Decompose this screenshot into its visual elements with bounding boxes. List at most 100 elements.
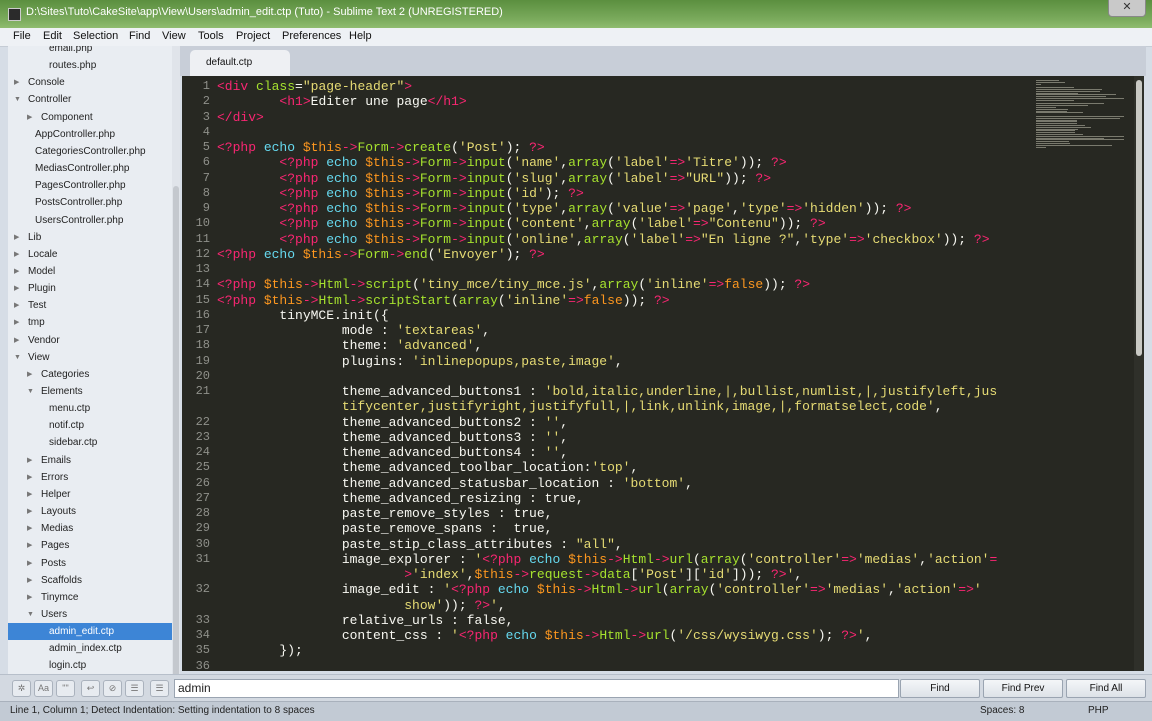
editor-scroll-thumb[interactable] — [1136, 80, 1142, 356]
sidebar-item-appcontroller-php[interactable]: AppController.php — [8, 126, 172, 143]
sidebar-item-users[interactable]: ▼ Users — [8, 606, 172, 623]
chevron-right-icon[interactable]: ▶ — [14, 74, 19, 91]
chevron-right-icon[interactable]: ▶ — [27, 109, 32, 126]
code-line[interactable]: image_edit : '<?php echo $this->Html->ur… — [217, 582, 982, 597]
chevron-right-icon[interactable]: ▶ — [14, 246, 19, 263]
sidebar-item-tmp[interactable]: ▶ tmp — [8, 314, 172, 331]
sidebar-item-pagescontroller-php[interactable]: PagesController.php — [8, 177, 172, 194]
chevron-right-icon[interactable]: ▶ — [27, 366, 32, 383]
chevron-right-icon[interactable]: ▶ — [27, 520, 32, 537]
code-editor[interactable]: 1 <div class="page-header"> 2 <h1>Editer u… — [182, 76, 1134, 671]
chevron-right-icon[interactable]: ▶ — [14, 297, 19, 314]
sidebar-item-admin-edit-ctp[interactable]: admin_edit.ctp — [8, 623, 172, 641]
chevron-right-icon[interactable]: ▶ — [14, 263, 19, 280]
code-line[interactable]: theme_advanced_resizing : true, — [217, 491, 584, 506]
code-line[interactable]: <?php echo $this->Form->input('slug',arr… — [217, 171, 771, 186]
sidebar-item-test[interactable]: ▶ Test — [8, 297, 172, 314]
menu-view[interactable]: View — [162, 30, 186, 42]
chevron-right-icon[interactable]: ▶ — [14, 229, 19, 246]
sidebar-item-postscontroller-php[interactable]: PostsController.php — [8, 194, 172, 211]
chevron-right-icon[interactable]: ▶ — [27, 589, 32, 606]
sidebar-item-scaffolds[interactable]: ▶ Scaffolds — [8, 572, 172, 589]
code-line[interactable]: <?php echo $this->Form->input('name',arr… — [217, 155, 786, 170]
tab-default-ctp[interactable]: default.ctp — [190, 50, 290, 76]
highlight-toggle-icon[interactable]: ☰ — [125, 680, 144, 697]
code-line[interactable]: }); — [217, 643, 302, 658]
code-line[interactable]: theme_advanced_statusbar_location : 'bot… — [217, 476, 693, 491]
sidebar-item-helper[interactable]: ▶ Helper — [8, 486, 172, 503]
find-prev-button[interactable]: Find Prev — [983, 679, 1063, 698]
code-line[interactable]: mode : 'textareas', — [217, 323, 490, 338]
sidebar-item-sidebar-ctp[interactable]: sidebar.ctp — [8, 434, 172, 451]
find-button[interactable]: Find — [900, 679, 980, 698]
in-selection-toggle-icon[interactable]: ⊘ — [103, 680, 122, 697]
sidebar-item-mediascontroller-php[interactable]: MediasController.php — [8, 160, 172, 177]
chevron-right-icon[interactable]: ▶ — [27, 452, 32, 469]
chevron-down-icon[interactable]: ▼ — [14, 91, 21, 108]
code-line[interactable]: theme_advanced_buttons4 : '', — [217, 445, 568, 460]
code-line[interactable]: >'index',$this->request->data['Post']['i… — [217, 567, 802, 582]
code-line[interactable]: tinyMCE.init({ — [217, 308, 388, 323]
code-line[interactable]: content_css : '<?php echo $this->Html->u… — [217, 628, 873, 643]
code-line[interactable]: <?php echo $this->Form->end('Envoyer'); … — [217, 247, 545, 262]
code-line[interactable]: theme_advanced_buttons1 : 'bold,italic,u… — [217, 384, 997, 399]
sidebar-item-model[interactable]: ▶ Model — [8, 263, 172, 280]
code-line[interactable]: <div class="page-header"> — [217, 79, 412, 94]
find-menu-icon[interactable]: ☰ — [150, 680, 169, 697]
menu-preferences[interactable]: Preferences — [282, 30, 341, 42]
minimap[interactable] — [1034, 80, 1130, 150]
sidebar-item-routes-php[interactable]: routes.php — [8, 57, 172, 74]
sidebar-item-email-php[interactable]: email.php — [8, 46, 172, 57]
sidebar-item-vendor[interactable]: ▶ Vendor — [8, 332, 172, 349]
sidebar-item-userscontroller-php[interactable]: UsersController.php — [8, 212, 172, 229]
code-line[interactable]: plugins: 'inlinepopups,paste,image', — [217, 354, 623, 369]
code-line[interactable]: <?php echo $this->Form->input('type',arr… — [217, 201, 911, 216]
code-line[interactable]: </div> — [217, 110, 264, 125]
code-line[interactable]: <?php $this->Html->scriptStart(array('in… — [217, 293, 670, 308]
code-line[interactable]: <?php echo $this->Form->input('id'); ?> — [217, 186, 583, 201]
sidebar-item-admin-index-ctp[interactable]: admin_index.ctp — [8, 640, 172, 657]
sidebar-item-tinymce[interactable]: ▶ Tinymce — [8, 589, 172, 606]
menu-file[interactable]: File — [13, 30, 31, 42]
sidebar-item-elements[interactable]: ▼ Elements — [8, 383, 172, 400]
menu-help[interactable]: Help — [349, 30, 372, 42]
sidebar-item-plugin[interactable]: ▶ Plugin — [8, 280, 172, 297]
code-line[interactable]: <?php echo $this->Form->input('content',… — [217, 216, 825, 231]
sidebar-item-categoriescontroller-php[interactable]: CategoriesController.php — [8, 143, 172, 160]
find-input[interactable]: admin — [174, 679, 899, 698]
sidebar-item-login-ctp[interactable]: login.ctp — [8, 657, 172, 674]
chevron-right-icon[interactable]: ▶ — [27, 486, 32, 503]
code-line[interactable]: theme: 'advanced', — [217, 338, 482, 353]
menu-edit[interactable]: Edit — [43, 30, 62, 42]
whole-word-toggle-icon[interactable]: "" — [56, 680, 75, 697]
sidebar-item-component[interactable]: ▶ Component — [8, 109, 172, 126]
close-button[interactable]: ✕ — [1108, 0, 1146, 17]
code-line[interactable]: <?php $this->Html->script('tiny_mce/tiny… — [217, 277, 810, 292]
sidebar-item-pages[interactable]: ▶ Pages — [8, 537, 172, 554]
menu-tools[interactable]: Tools — [198, 30, 224, 42]
wrap-toggle-icon[interactable]: ↩ — [81, 680, 100, 697]
editor-scrollbar[interactable] — [1134, 76, 1144, 671]
chevron-right-icon[interactable]: ▶ — [14, 280, 19, 297]
code-line[interactable]: theme_advanced_buttons2 : '', — [217, 415, 568, 430]
indentation-setting[interactable]: Spaces: 8 — [980, 705, 1024, 716]
sidebar-scrollbar[interactable] — [172, 46, 180, 716]
chevron-right-icon[interactable]: ▶ — [27, 572, 32, 589]
chevron-right-icon[interactable]: ▶ — [14, 332, 19, 349]
sidebar-item-categories[interactable]: ▶ Categories — [8, 366, 172, 383]
code-line[interactable]: paste_stip_class_attributes : "all", — [217, 537, 623, 552]
find-all-button[interactable]: Find All — [1066, 679, 1146, 698]
chevron-down-icon[interactable]: ▼ — [27, 383, 34, 400]
code-line[interactable]: theme_advanced_buttons3 : '', — [217, 430, 568, 445]
case-toggle-icon[interactable]: Aa — [34, 680, 53, 697]
chevron-right-icon[interactable]: ▶ — [14, 314, 19, 331]
sidebar-scroll-thumb[interactable] — [173, 186, 179, 716]
sidebar-item-posts[interactable]: ▶ Posts — [8, 555, 172, 572]
code-line[interactable]: <?php echo $this->Form->create('Post'); … — [217, 140, 545, 155]
code-line[interactable]: relative_urls : false, — [217, 613, 514, 628]
sidebar-item-medias[interactable]: ▶ Medias — [8, 520, 172, 537]
sidebar-item-emails[interactable]: ▶ Emails — [8, 452, 172, 469]
sidebar-item-notif-ctp[interactable]: notif.ctp — [8, 417, 172, 434]
menu-project[interactable]: Project — [236, 30, 270, 42]
sidebar-item-view[interactable]: ▼ View — [8, 349, 172, 366]
